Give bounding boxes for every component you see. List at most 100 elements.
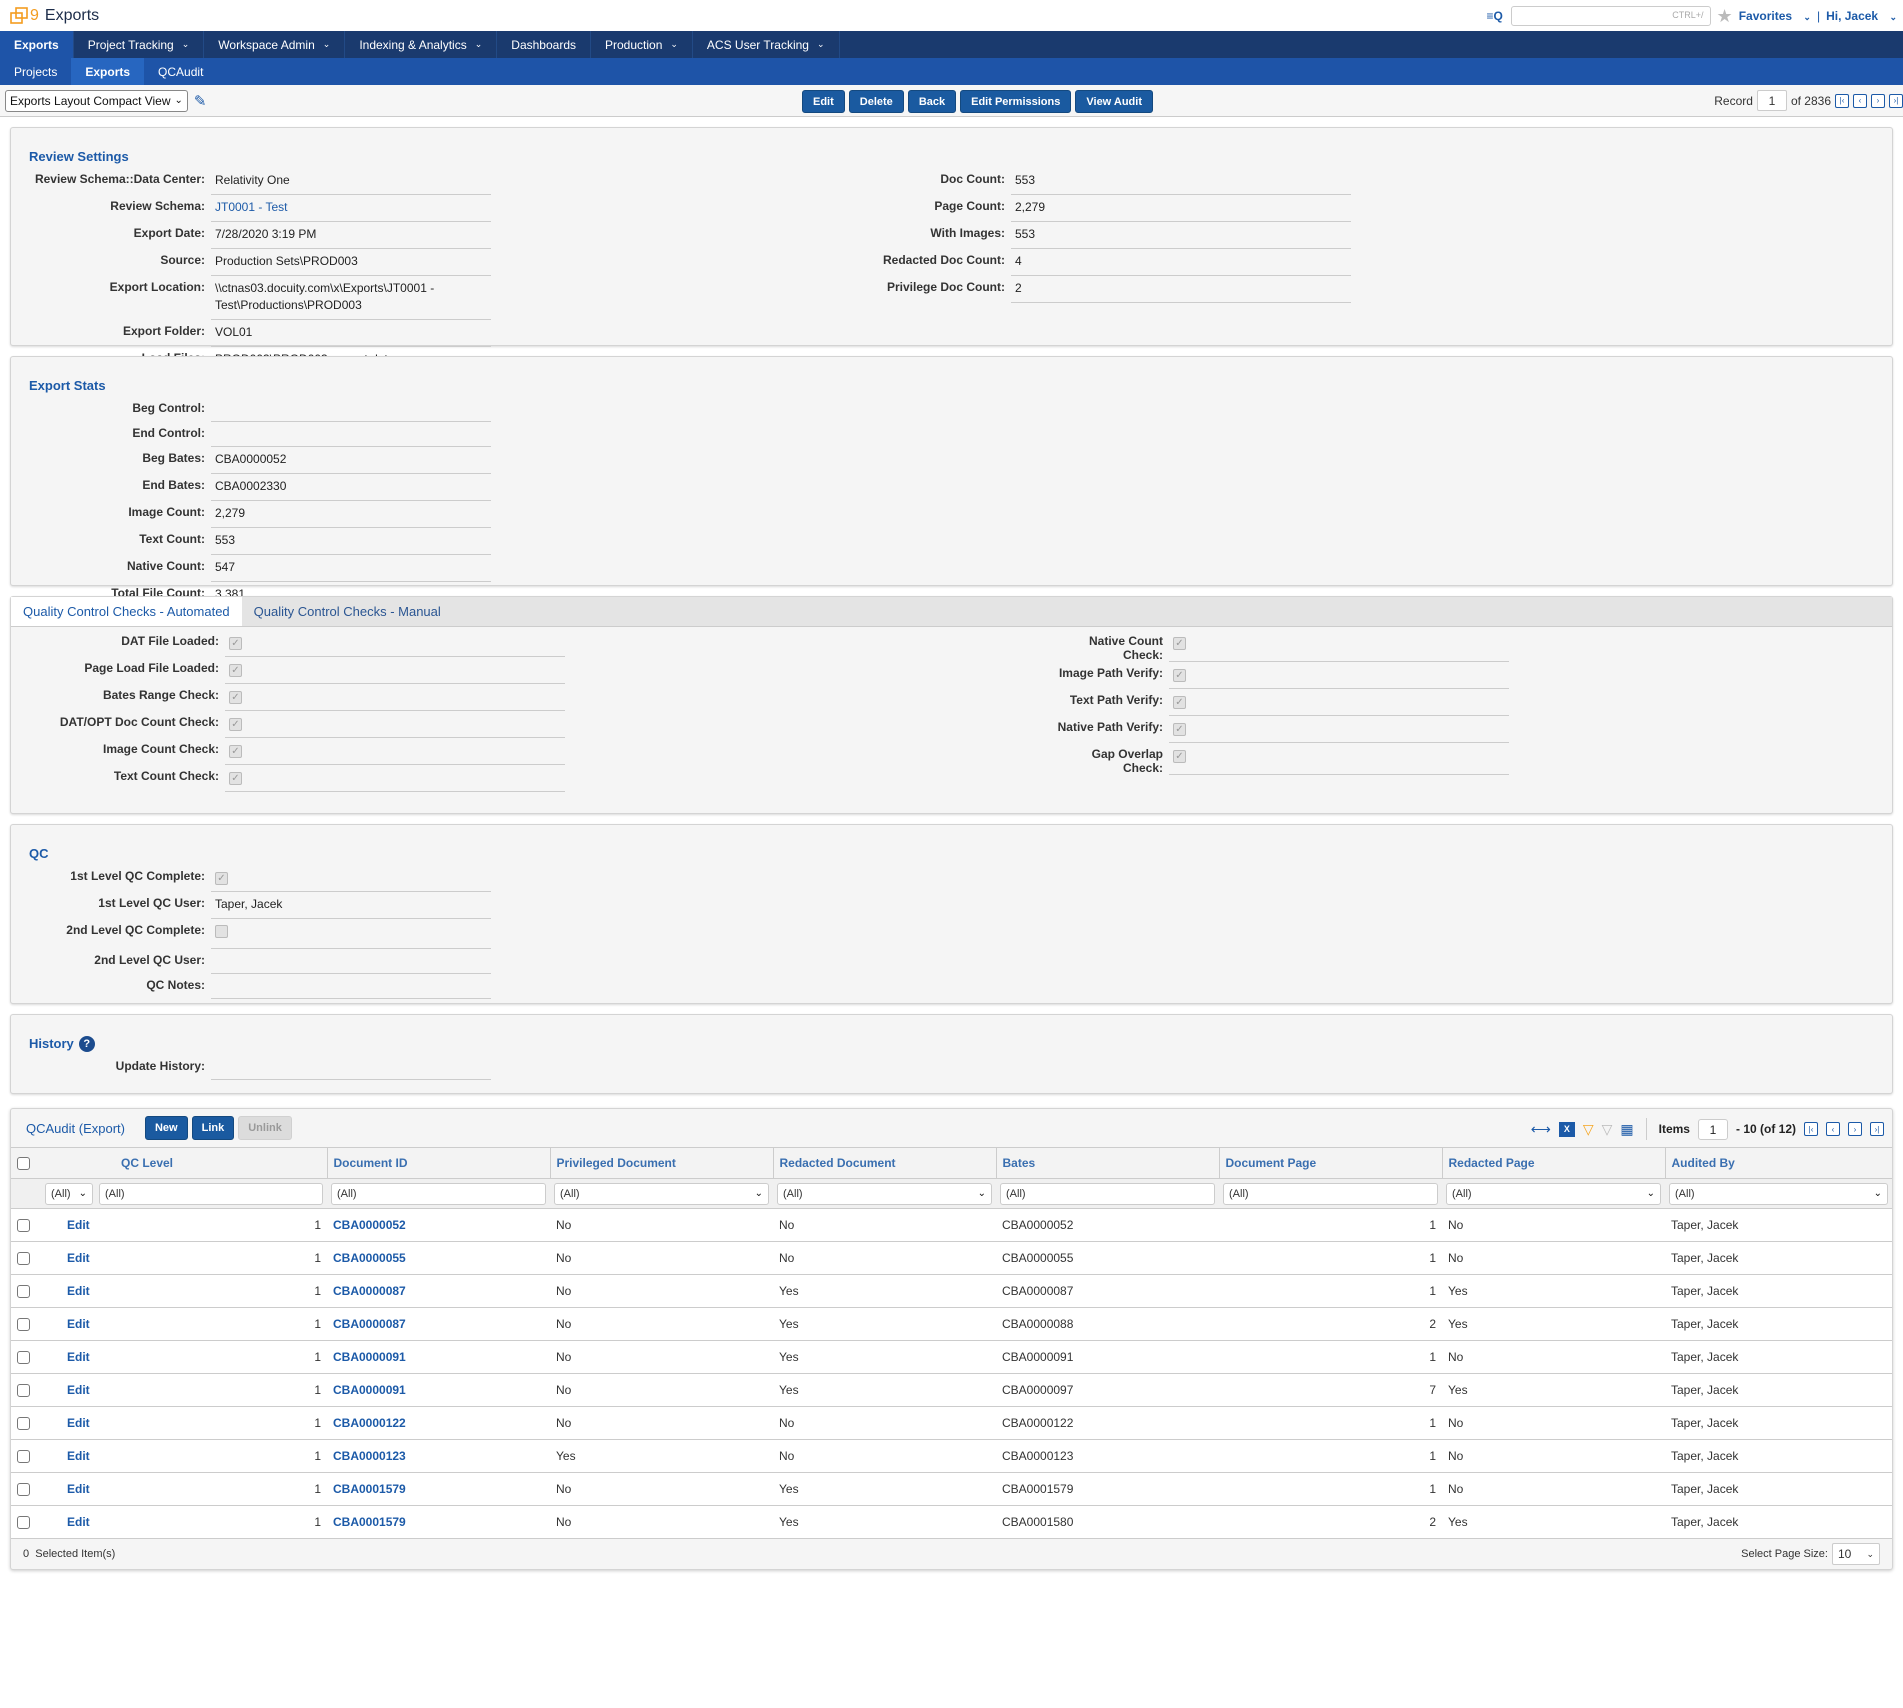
main-nav-exports[interactable]: Exports: [0, 31, 74, 58]
row-edit-link[interactable]: Edit: [67, 1449, 90, 1463]
edit-permissions-button[interactable]: Edit Permissions: [960, 90, 1072, 113]
main-nav-dashboards[interactable]: Dashboards: [497, 31, 591, 58]
cell-document-id-link[interactable]: CBA0000123: [333, 1449, 406, 1463]
column-header-qc-level[interactable]: QC Level: [41, 1147, 328, 1179]
redacted-document-filter[interactable]: (All) ⌄: [777, 1182, 992, 1205]
cell-document-id-link[interactable]: CBA0000052: [333, 1218, 406, 1232]
row-edit-link[interactable]: Edit: [67, 1383, 90, 1397]
table-row[interactable]: Edit 1 CBA0000087 No Yes CBA0000088 2 Yes Taper,…: [11, 1307, 1892, 1341]
view-audit-button[interactable]: View Audit: [1075, 90, 1153, 113]
sub-nav-projects[interactable]: Projects: [0, 58, 71, 85]
star-icon[interactable]: ★: [1717, 7, 1733, 25]
last-record-icon[interactable]: ›|: [1889, 93, 1903, 108]
layout-select[interactable]: Exports Layout Compact View ⌄: [5, 89, 188, 112]
table-row[interactable]: Edit 1 CBA0001579 No Yes CBA0001580 2 Yes Taper,…: [11, 1505, 1892, 1539]
row-checkbox[interactable]: [17, 1351, 30, 1365]
document-id-filter[interactable]: (All): [331, 1182, 546, 1205]
last-page-icon[interactable]: ›|: [1870, 1122, 1884, 1136]
row-checkbox[interactable]: [17, 1516, 30, 1530]
expand-columns-icon[interactable]: ⟷: [1531, 1121, 1551, 1138]
delete-button[interactable]: Delete: [848, 90, 904, 113]
row-edit-link[interactable]: Edit: [67, 1251, 90, 1265]
table-row[interactable]: Edit 1 CBA0000087 No Yes CBA0000087 1 Yes Taper,…: [11, 1274, 1892, 1308]
pencil-icon[interactable]: ✎: [194, 92, 207, 110]
table-row[interactable]: Edit 1 CBA0000091 No Yes CBA0000097 7 Yes Taper,…: [11, 1373, 1892, 1407]
qc-level-filter[interactable]: (All): [99, 1182, 323, 1205]
edit-button[interactable]: Edit: [802, 90, 845, 113]
main-nav-workspace-admin[interactable]: Workspace Admin ⌄: [204, 31, 346, 58]
edit-column-filter[interactable]: (All) ⌄: [45, 1182, 93, 1205]
table-row[interactable]: Edit 1 CBA0000055 No No CBA0000055 1 No Taper, J…: [11, 1241, 1892, 1275]
sub-nav-qcaudit[interactable]: QCAudit: [144, 58, 217, 85]
row-checkbox[interactable]: [17, 1285, 30, 1299]
cell-document-id-link[interactable]: CBA0000087: [333, 1317, 406, 1331]
table-row[interactable]: Edit 1 CBA0000091 No Yes CBA0000091 1 No Taper, …: [11, 1340, 1892, 1374]
cell-document-id-link[interactable]: CBA0001579: [333, 1482, 406, 1496]
link-button[interactable]: Link: [191, 1116, 235, 1140]
record-number-input[interactable]: 1: [1756, 90, 1787, 111]
column-header-privileged-document[interactable]: Privileged Document: [550, 1147, 774, 1179]
row-edit-link[interactable]: Edit: [67, 1350, 90, 1364]
redacted-page-filter[interactable]: (All) ⌄: [1446, 1182, 1661, 1205]
select-all-checkbox[interactable]: [17, 1157, 30, 1171]
audited-by-filter[interactable]: (All) ⌄: [1669, 1182, 1888, 1205]
column-header-redacted-page[interactable]: Redacted Page: [1442, 1147, 1666, 1179]
filter-icon[interactable]: ▽: [1583, 1121, 1594, 1138]
cell-document-id-link[interactable]: CBA0000091: [333, 1350, 406, 1364]
items-start-input[interactable]: 1: [1697, 1118, 1728, 1140]
row-edit-link[interactable]: Edit: [67, 1416, 90, 1430]
favorites-menu[interactable]: Favorites ⌄: [1739, 9, 1811, 23]
cell-document-id-link[interactable]: CBA0000055: [333, 1251, 406, 1265]
row-checkbox[interactable]: [17, 1219, 30, 1233]
table-row[interactable]: Edit 1 CBA0000123 Yes No CBA0000123 1 No Taper, …: [11, 1439, 1892, 1473]
table-row[interactable]: Edit 1 CBA0000052 No No CBA0000052 1 No Taper, J…: [11, 1208, 1892, 1242]
first-record-icon[interactable]: |‹: [1835, 93, 1849, 108]
row-checkbox[interactable]: [17, 1318, 30, 1332]
field-value-link[interactable]: JT0001 - Test: [211, 195, 491, 222]
global-search-input[interactable]: CTRL+/: [1510, 6, 1711, 26]
cell-document-id-link[interactable]: CBA0001579: [333, 1515, 406, 1529]
main-nav-production[interactable]: Production ⌄: [591, 31, 693, 58]
document-page-filter[interactable]: (All): [1223, 1182, 1438, 1205]
clear-filter-icon[interactable]: ▽: [1602, 1121, 1613, 1138]
row-edit-link[interactable]: Edit: [67, 1482, 90, 1496]
row-checkbox[interactable]: [17, 1417, 30, 1431]
previous-page-icon[interactable]: ‹: [1826, 1122, 1840, 1136]
qcaudit-title[interactable]: QCAudit (Export): [26, 1121, 125, 1136]
app-logo[interactable]: 9: [10, 7, 39, 25]
main-nav-indexing-analytics[interactable]: Indexing & Analytics ⌄: [345, 31, 498, 58]
cell-document-id-link[interactable]: CBA0000122: [333, 1416, 406, 1430]
first-page-icon[interactable]: |‹: [1804, 1122, 1818, 1136]
row-checkbox[interactable]: [17, 1483, 30, 1497]
sub-nav-exports[interactable]: Exports: [71, 58, 145, 85]
excel-export-icon[interactable]: X: [1558, 1121, 1575, 1137]
next-record-icon[interactable]: ›: [1871, 93, 1885, 108]
help-icon[interactable]: ?: [78, 1035, 95, 1052]
privileged-document-filter[interactable]: (All) ⌄: [554, 1182, 769, 1205]
main-nav-project-tracking[interactable]: Project Tracking ⌄: [74, 31, 205, 58]
cell-document-id-link[interactable]: CBA0000091: [333, 1383, 406, 1397]
new-button[interactable]: New: [144, 1116, 188, 1140]
row-checkbox[interactable]: [17, 1450, 30, 1464]
row-edit-link[interactable]: Edit: [67, 1218, 90, 1232]
next-page-icon[interactable]: ›: [1848, 1122, 1862, 1136]
tab-qc-manual[interactable]: Quality Control Checks - Manual: [242, 597, 453, 626]
search-icon[interactable]: ≡Q: [1487, 9, 1505, 23]
row-edit-link[interactable]: Edit: [67, 1284, 90, 1298]
row-edit-link[interactable]: Edit: [67, 1317, 90, 1331]
tab-qc-automated[interactable]: Quality Control Checks - Automated: [11, 597, 242, 626]
grid-columns-icon[interactable]: ▦: [1620, 1121, 1633, 1138]
user-menu[interactable]: Hi, Jacek ⌄: [1826, 9, 1897, 23]
cell-document-id-link[interactable]: CBA0000087: [333, 1284, 406, 1298]
column-header-redacted-document[interactable]: Redacted Document: [773, 1147, 997, 1179]
main-nav-acs-user-tracking[interactable]: ACS User Tracking ⌄: [693, 31, 840, 58]
row-edit-link[interactable]: Edit: [67, 1515, 90, 1529]
column-header-document-id[interactable]: Document ID: [327, 1147, 551, 1179]
row-checkbox[interactable]: [17, 1384, 30, 1398]
back-button[interactable]: Back: [907, 90, 957, 113]
row-checkbox[interactable]: [17, 1252, 30, 1266]
table-row[interactable]: Edit 1 CBA0000122 No No CBA0000122 1 No Taper, J…: [11, 1406, 1892, 1440]
column-header-document-page[interactable]: Document Page: [1219, 1147, 1443, 1179]
page-size-select[interactable]: 10 ⌄: [1832, 1543, 1880, 1565]
previous-record-icon[interactable]: ‹: [1853, 93, 1867, 108]
